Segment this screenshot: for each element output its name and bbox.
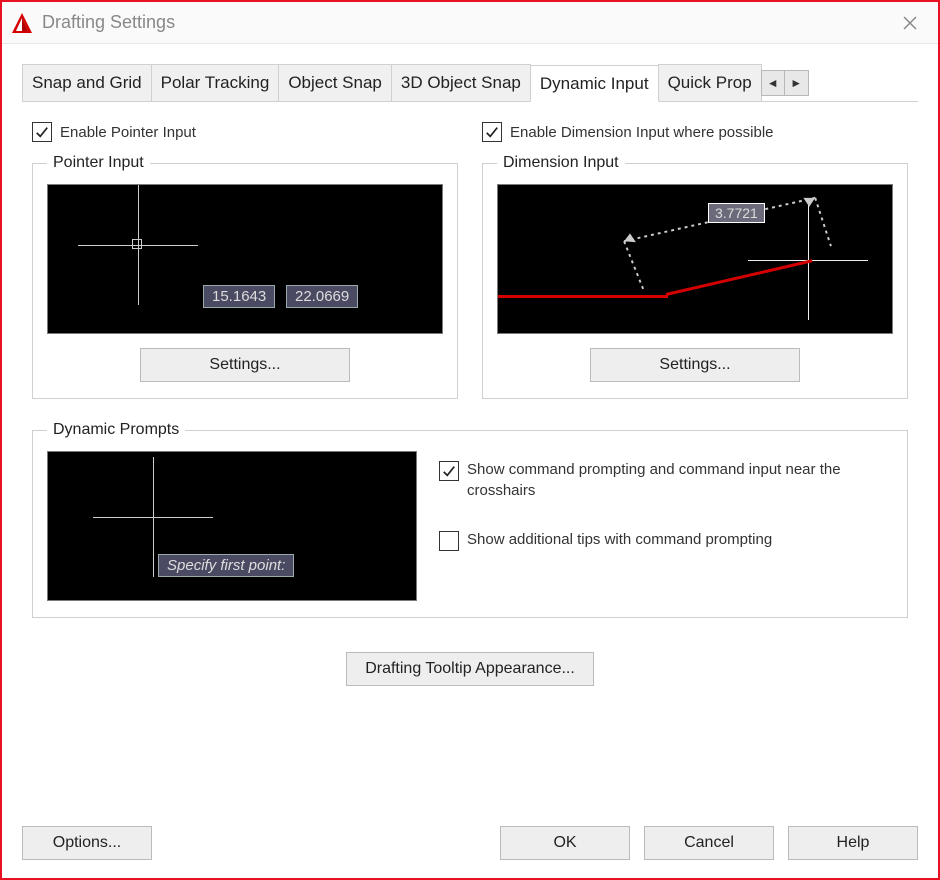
pointer-input-group: Pointer Input 15.1643 22.0669 Settings..… xyxy=(32,154,458,399)
dialog-footer: Options... OK Cancel Help xyxy=(2,814,938,878)
pointer-coord-x: 15.1643 xyxy=(203,285,275,308)
checkbox-icon xyxy=(439,531,459,551)
pointer-input-settings-button[interactable]: Settings... xyxy=(140,348,350,382)
options-button[interactable]: Options... xyxy=(22,826,152,860)
show-additional-tips-checkbox[interactable]: Show additional tips with command prompt… xyxy=(439,529,893,551)
show-command-prompting-checkbox[interactable]: Show command prompting and command input… xyxy=(439,459,893,501)
tab-snap-and-grid[interactable]: Snap and Grid xyxy=(22,64,152,101)
checkbox-icon xyxy=(482,122,502,142)
show-command-prompting-label: Show command prompting and command input… xyxy=(467,459,893,501)
enable-pointer-input-checkbox[interactable]: Enable Pointer Input xyxy=(32,122,458,142)
tab-scroll-right[interactable]: ► xyxy=(785,70,809,96)
tab-dynamic-input[interactable]: Dynamic Input xyxy=(530,65,659,102)
enable-dimension-input-label: Enable Dimension Input where possible xyxy=(510,124,774,141)
autocad-icon xyxy=(10,11,34,35)
dimension-value: 3.7721 xyxy=(708,203,765,223)
help-button[interactable]: Help xyxy=(788,826,918,860)
dimension-input-legend: Dimension Input xyxy=(497,154,625,172)
dynamic-prompt-text: Specify first point: xyxy=(158,554,294,577)
dimension-input-preview: 3.7721 xyxy=(497,184,893,334)
close-button[interactable] xyxy=(890,3,930,43)
window-title: Drafting Settings xyxy=(42,12,890,33)
show-additional-tips-label: Show additional tips with command prompt… xyxy=(467,529,772,550)
enable-pointer-input-label: Enable Pointer Input xyxy=(60,124,196,141)
dynamic-prompts-legend: Dynamic Prompts xyxy=(47,421,185,439)
ok-button[interactable]: OK xyxy=(500,826,630,860)
tab-object-snap[interactable]: Object Snap xyxy=(278,64,392,101)
titlebar: Drafting Settings xyxy=(2,2,938,44)
tab-polar-tracking[interactable]: Polar Tracking xyxy=(151,64,280,101)
pointer-input-preview: 15.1643 22.0669 xyxy=(47,184,443,334)
dimension-input-group: Dimension Input xyxy=(482,154,908,399)
dimension-input-settings-button[interactable]: Settings... xyxy=(590,348,800,382)
checkbox-icon xyxy=(439,461,459,481)
tab-3d-object-snap[interactable]: 3D Object Snap xyxy=(391,64,531,101)
tab-quick-properties[interactable]: Quick Prop xyxy=(658,64,762,101)
cancel-button[interactable]: Cancel xyxy=(644,826,774,860)
dynamic-prompts-group: Dynamic Prompts Specify first point: Sho… xyxy=(32,421,908,618)
tab-scroll-left[interactable]: ◄ xyxy=(761,70,785,96)
drafting-settings-dialog: Drafting Settings Snap and Grid Polar Tr… xyxy=(0,0,940,880)
enable-dimension-input-checkbox[interactable]: Enable Dimension Input where possible xyxy=(482,122,908,142)
dynamic-prompts-preview: Specify first point: xyxy=(47,451,417,601)
drafting-tooltip-appearance-button[interactable]: Drafting Tooltip Appearance... xyxy=(346,652,594,686)
checkbox-icon xyxy=(32,122,52,142)
tab-content-dynamic-input: Enable Pointer Input Pointer Input 15.16… xyxy=(2,102,938,814)
pointer-input-legend: Pointer Input xyxy=(47,154,150,172)
pointer-coord-y: 22.0669 xyxy=(286,285,358,308)
tabs: Snap and Grid Polar Tracking Object Snap… xyxy=(22,64,918,102)
